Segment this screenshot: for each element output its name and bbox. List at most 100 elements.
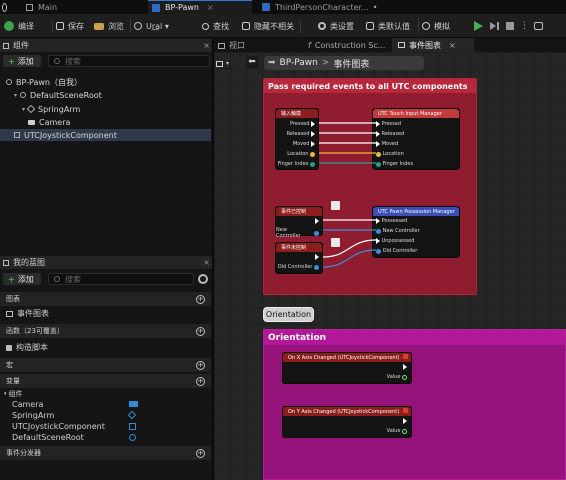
delegate-pin-icon[interactable]	[403, 408, 408, 413]
search-icon	[54, 58, 60, 64]
add-label: 添加	[17, 274, 34, 284]
skip-frame-icon	[490, 22, 496, 30]
platforms-icon	[534, 22, 543, 30]
tab-viewport[interactable]: 视口	[218, 40, 245, 51]
graph-icon	[6, 310, 13, 317]
class-settings-button[interactable]: 类设置	[318, 14, 354, 38]
add-blueprint-item-button[interactable]: + 添加	[3, 273, 41, 285]
node-on-x-axis-changed[interactable]: On X Axis Changed (UTCJoystickComponent)…	[282, 352, 412, 384]
browse-label: 浏览	[108, 21, 124, 31]
close-tab-icon[interactable]: ×	[449, 41, 456, 50]
settings-gear-icon[interactable]	[198, 274, 208, 284]
close-panel-icon[interactable]: ×	[203, 258, 210, 267]
variables-category-components[interactable]: ▾ 组件	[0, 388, 211, 399]
hide-unrelated-button[interactable]: 隐藏不相关	[242, 14, 294, 38]
plus-icon: +	[8, 274, 15, 284]
skip-frame-button[interactable]	[490, 14, 499, 38]
close-panel-icon[interactable]: ×	[203, 41, 210, 50]
section-label: 变量	[6, 377, 20, 385]
gear-icon	[318, 22, 326, 30]
section-functions[interactable]: 函数（23可覆盖） +	[0, 324, 211, 338]
pin-exec-out[interactable]	[403, 418, 407, 424]
pin-value[interactable]: Value	[387, 374, 407, 380]
pin-value[interactable]: Value	[387, 428, 407, 434]
graph-item-event-graph[interactable]: 事件图表	[0, 308, 211, 319]
variable-name: Camera	[12, 400, 44, 409]
play-icon	[474, 21, 483, 31]
more-options-icon: ⋮	[520, 21, 529, 31]
component-item-root[interactable]: BP-Pawn（自我）	[0, 76, 211, 88]
tab-bp-pawn[interactable]: BP-Pawn ×	[148, 0, 252, 14]
stop-button[interactable]	[506, 14, 514, 38]
section-macros[interactable]: 宏 +	[0, 358, 211, 372]
unreal-menu-button[interactable]: Ur͟al ▾	[134, 14, 169, 38]
compile-button[interactable]: 编译	[4, 14, 34, 38]
comment-title: Orientation	[264, 330, 565, 345]
comment-bubble[interactable]: Orientation	[263, 307, 314, 322]
scene-root-icon	[20, 92, 27, 98]
section-graphs[interactable]: 图表 +	[0, 292, 211, 306]
find-button[interactable]: 查找	[202, 14, 229, 38]
find-label: 查找	[213, 21, 229, 31]
add-label: 添加	[17, 56, 34, 66]
compile-label: 编译	[18, 21, 34, 31]
tab-main[interactable]: Main	[22, 0, 140, 14]
add-macro-icon[interactable]: +	[196, 361, 205, 370]
components-search-input[interactable]: 搜索	[48, 55, 210, 67]
close-tab-icon[interactable]: ×	[207, 3, 214, 12]
component-item-utcjoystickcomponent[interactable]: UTCJoystickComponent	[0, 129, 211, 141]
play-options-button[interactable]: ⋮	[520, 14, 529, 38]
components-panel-header: 组件 ×	[0, 39, 214, 52]
add-graph-icon[interactable]: +	[196, 295, 205, 304]
graph-label: 事件图表	[17, 309, 49, 318]
expand-arrow-icon: ▾	[22, 105, 26, 113]
add-variable-icon[interactable]: +	[196, 377, 205, 386]
variable-item-springarm[interactable]: SpringArm	[0, 410, 211, 421]
tab-event-graph[interactable]: 事件图表 ×	[392, 38, 474, 52]
springarm-icon	[127, 410, 137, 420]
event-graph-canvas[interactable]: ▾ ⬅ ➡ BP-Pawn > 事件图表 Pass required event…	[214, 52, 566, 480]
toolbar-divider	[52, 19, 53, 33]
expand-arrow-icon: ▾	[4, 390, 7, 397]
component-icon	[129, 423, 136, 430]
hide-unrelated-label: 隐藏不相关	[254, 21, 294, 31]
add-component-button[interactable]: + 添加	[3, 55, 41, 67]
components-title: 组件	[13, 41, 29, 50]
expand-arrow-icon: ▾	[14, 91, 18, 99]
toolbar-divider	[418, 19, 419, 33]
function-item-construction-script[interactable]: 构造脚本	[0, 342, 211, 353]
class-defaults-button[interactable]: 类默认值	[366, 14, 410, 38]
variable-item-defaultsceneroot[interactable]: DefaultSceneRoot	[0, 432, 211, 443]
function-label: 构造脚本	[16, 343, 48, 352]
ue-logo-icon[interactable]	[0, 0, 12, 14]
node-on-y-axis-changed[interactable]: On Y Axis Changed (UTCJoystickComponent)…	[282, 406, 412, 438]
add-function-icon[interactable]: +	[196, 327, 205, 336]
component-item-springarm[interactable]: ▾ SpringArm	[0, 103, 211, 115]
simulate-button[interactable]: 模拟	[422, 14, 450, 38]
stop-icon	[506, 22, 514, 30]
search-placeholder: 搜索	[65, 274, 81, 284]
save-button[interactable]: 保存	[56, 14, 84, 38]
delegate-pin-icon[interactable]	[403, 354, 408, 359]
variable-item-utcjoystickcomponent[interactable]: UTCJoystickComponent	[0, 421, 211, 432]
platforms-button[interactable]	[534, 14, 547, 38]
compile-icon	[4, 21, 14, 31]
tab-thirdpersoncharacter[interactable]: ThirdPersonCharacter... •	[258, 0, 378, 14]
scene-root-icon	[129, 434, 136, 441]
float-pin-icon	[402, 428, 407, 434]
section-event-dispatchers[interactable]: 事件分发器 +	[0, 446, 211, 460]
pin-exec-out[interactable]	[403, 364, 407, 370]
tab-construction-script[interactable]: f Construction Sc...	[308, 40, 385, 51]
main-toolbar: 编译 保存 浏览 Ur͟al ▾ 查找 隐藏不相关 类设置 类默认值 模拟 ⋮	[0, 14, 566, 38]
tab-label: BP-Pawn	[165, 3, 200, 12]
add-event-dispatcher-icon[interactable]: +	[196, 449, 205, 458]
variable-item-camera[interactable]: Camera	[0, 399, 211, 410]
tab-label: Construction Sc...	[314, 41, 386, 50]
component-item-defaultsceneroot[interactable]: ▾ DefaultSceneRoot	[0, 89, 211, 101]
blueprint-search-input[interactable]: 搜索	[48, 273, 194, 285]
tab-label: ThirdPersonCharacter...	[275, 2, 369, 12]
browse-button[interactable]: 浏览	[94, 14, 124, 38]
component-item-camera[interactable]: Camera	[0, 116, 211, 128]
play-button[interactable]	[474, 14, 483, 38]
section-variables[interactable]: 变量 +	[0, 374, 211, 388]
